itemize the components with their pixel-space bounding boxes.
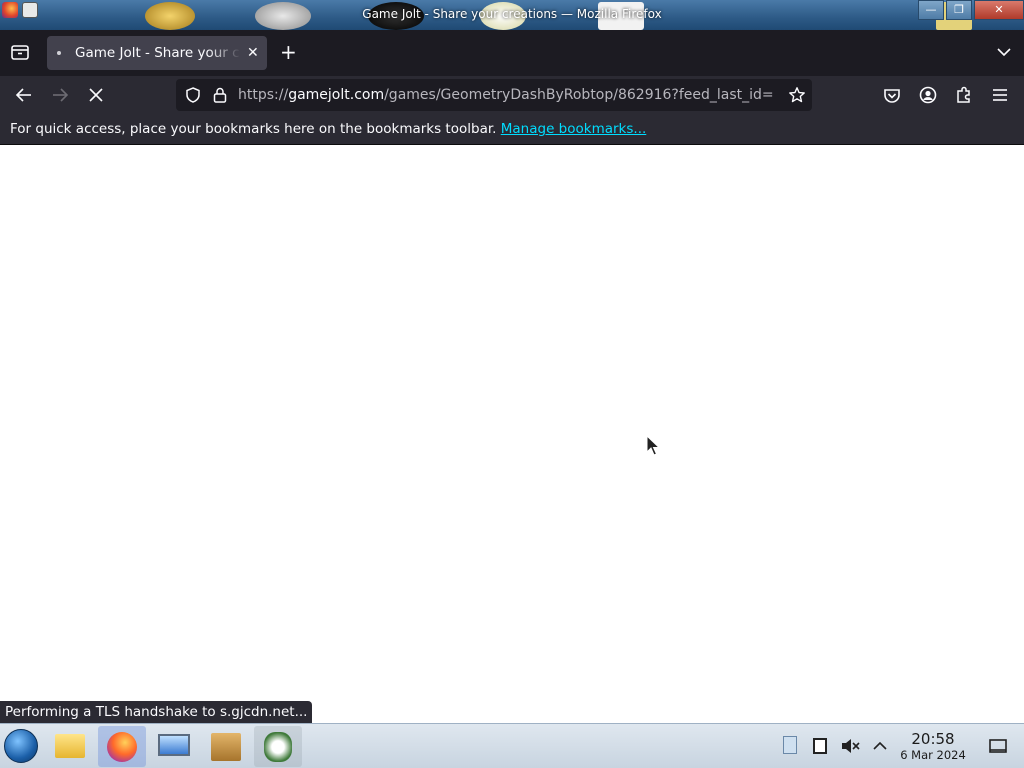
new-tab-button[interactable]: + [280, 42, 297, 62]
bookmarks-hint-text: For quick access, place your bookmarks h… [10, 121, 497, 137]
extensions-icon[interactable] [954, 85, 974, 105]
bookmarks-toolbar: For quick access, place your bookmarks h… [0, 114, 1024, 145]
flower-icon [264, 732, 292, 762]
tab-label: Game Jolt - Share your creations [75, 45, 241, 61]
clock-time: 20:58 [911, 730, 955, 748]
volume-muted-icon[interactable] [840, 736, 860, 756]
taskbar-app-image-viewer[interactable] [254, 726, 302, 767]
folder-icon [55, 734, 85, 758]
account-icon[interactable] [918, 85, 938, 105]
taskbar-app-package-installer[interactable] [202, 726, 250, 767]
firefox-icon [107, 732, 137, 762]
back-arrow-icon[interactable] [14, 85, 34, 105]
taskbar: 20:58 6 Mar 2024 [0, 723, 1024, 768]
page-content[interactable] [0, 145, 1024, 723]
clock[interactable]: 20:58 6 Mar 2024 [896, 730, 970, 763]
show-desktop-icon[interactable] [988, 736, 1008, 756]
close-window-button[interactable]: ✕ [974, 0, 1024, 20]
tab-strip: Game Jolt - Share your creations ✕ + [0, 30, 1024, 76]
mouse-cursor-icon [646, 435, 660, 456]
monitor-icon [158, 734, 190, 756]
pocket-icon[interactable] [882, 85, 902, 105]
manage-bookmarks-link[interactable]: Manage bookmarks... [501, 121, 647, 137]
clock-date: 6 Mar 2024 [900, 748, 966, 762]
lock-icon[interactable] [212, 86, 228, 104]
navigation-toolbar: https://gamejolt.com/games/GeometryDashB… [0, 76, 1024, 114]
clipboard-tray-icon[interactable] [780, 736, 800, 756]
firefox-view-icon[interactable] [8, 40, 32, 64]
close-tab-icon[interactable]: ✕ [247, 45, 259, 61]
url-host: gamejolt.com [288, 87, 385, 103]
window-titlebar[interactable]: Game Jolt - Share your creations — Mozil… [0, 0, 1024, 30]
package-icon [211, 733, 241, 761]
notes-tray-icon[interactable] [810, 736, 830, 756]
url-bar[interactable]: https://gamejolt.com/games/GeometryDashB… [176, 79, 812, 111]
status-panel: Performing a TLS handshake to s.gjcdn.ne… [0, 701, 313, 723]
url-text[interactable]: https://gamejolt.com/games/GeometryDashB… [238, 87, 778, 103]
shield-icon[interactable] [184, 86, 202, 104]
taskbar-app-file-manager[interactable] [46, 726, 94, 767]
start-menu-button[interactable] [4, 729, 38, 763]
url-scheme: https:// [238, 87, 289, 103]
minimize-button[interactable]: — [918, 0, 944, 20]
url-path: /games/GeometryDashByRobtop/862916?feed_… [384, 87, 774, 103]
forward-arrow-icon[interactable] [50, 85, 70, 105]
list-all-tabs-icon[interactable] [996, 44, 1012, 60]
chevron-up-icon[interactable] [870, 736, 890, 756]
app-menu-icon[interactable] [990, 85, 1010, 105]
window-title: Game Jolt - Share your creations — Mozil… [362, 7, 662, 21]
loading-indicator-icon [57, 51, 61, 55]
bookmark-star-icon[interactable] [788, 86, 806, 104]
stop-loading-icon[interactable] [86, 85, 106, 105]
maximize-button[interactable]: ❐ [946, 0, 972, 20]
taskbar-app-system-settings[interactable] [150, 726, 198, 767]
tab-gamejolt[interactable]: Game Jolt - Share your creations ✕ [47, 36, 267, 70]
taskbar-app-firefox[interactable] [98, 726, 146, 767]
